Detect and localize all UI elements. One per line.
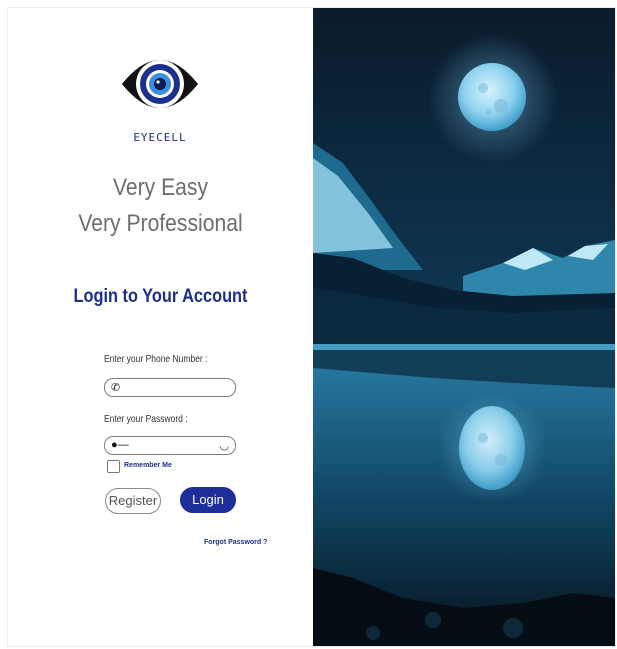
tagline-line-2: Very Professional [78,210,243,237]
eye-logo-icon [122,60,198,108]
tagline-line-1: Very Easy [112,174,209,201]
key-icon: ●— [111,439,129,451]
phone-input[interactable]: ✆ [104,378,236,397]
eye-closed-icon[interactable]: ◡ [219,439,229,452]
remember-me-checkbox[interactable] [107,460,120,473]
login-panel: EYECELL Very Easy Very Professional Logi… [8,8,313,646]
phone-label: Enter your Phone Number : [104,354,208,365]
brand-name: EYECELL [133,131,187,144]
password-label: Enter your Password : [104,414,188,425]
phone-icon: ✆ [111,382,121,394]
hero-image [313,8,615,646]
login-title: Login to Your Account [73,286,248,307]
moonlit-lake-image [313,8,615,646]
forgot-password-link[interactable]: Forgot Password ? [204,539,267,546]
remember-me-label[interactable]: Remember Me [124,462,172,469]
register-button[interactable]: Register [105,488,161,514]
password-input[interactable]: ●— ◡ [104,436,236,455]
login-page: EYECELL Very Easy Very Professional Logi… [7,7,616,647]
login-button[interactable]: Login [180,487,236,513]
